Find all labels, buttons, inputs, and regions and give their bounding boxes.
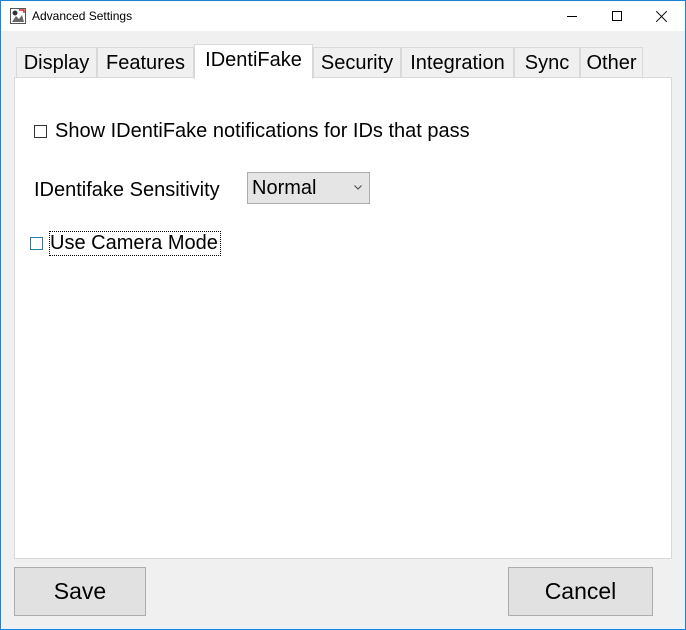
save-button[interactable]: Save [14, 567, 146, 616]
show-notifications-label: Show IDentiFake notifications for IDs th… [55, 120, 470, 142]
tab-label: Security [320, 51, 394, 74]
app-icon [10, 8, 26, 24]
tab-security[interactable]: Security [313, 47, 401, 78]
close-icon [656, 10, 668, 22]
minimize-button[interactable] [549, 1, 595, 31]
camera-mode-checkbox[interactable] [30, 237, 43, 250]
close-button[interactable] [639, 1, 685, 31]
tab-integration[interactable]: Integration [401, 47, 514, 78]
minimize-icon [567, 15, 577, 17]
cancel-button[interactable]: Cancel [508, 567, 653, 616]
identifake-tab-panel: Show IDentiFake notifications for IDs th… [14, 77, 672, 559]
save-button-label: Save [53, 578, 107, 604]
camera-mode-label: Use Camera Mode [49, 231, 221, 256]
sensitivity-value: Normal [252, 177, 317, 199]
tab-label: Integration [410, 51, 505, 74]
maximize-button[interactable] [594, 1, 640, 31]
tab-other[interactable]: Other [580, 47, 643, 78]
chevron-down-icon [354, 185, 362, 190]
advanced-settings-window: Advanced Settings Display Features IDent… [0, 0, 686, 630]
camera-mode-option[interactable]: Use Camera Mode [30, 231, 221, 256]
tab-label: Sync [524, 51, 570, 74]
window-title: Advanced Settings [32, 9, 133, 23]
tab-label: Features [106, 51, 185, 74]
tab-label: Display [23, 51, 90, 74]
show-notifications-option[interactable]: Show IDentiFake notifications for IDs th… [34, 120, 470, 143]
tab-display[interactable]: Display [16, 47, 97, 78]
show-notifications-checkbox[interactable] [34, 125, 47, 138]
title-bar[interactable]: Advanced Settings [1, 1, 685, 31]
tab-label: IDentiFake [205, 48, 302, 71]
tab-features[interactable]: Features [97, 47, 194, 78]
tab-identifake[interactable]: IDentiFake [194, 44, 313, 79]
sensitivity-label: IDentifake Sensitivity [34, 179, 220, 201]
tab-sync[interactable]: Sync [514, 47, 580, 78]
tab-label: Other [586, 51, 637, 74]
maximize-icon [612, 11, 622, 21]
cancel-button-label: Cancel [544, 578, 617, 604]
sensitivity-dropdown[interactable]: Normal [247, 172, 370, 204]
